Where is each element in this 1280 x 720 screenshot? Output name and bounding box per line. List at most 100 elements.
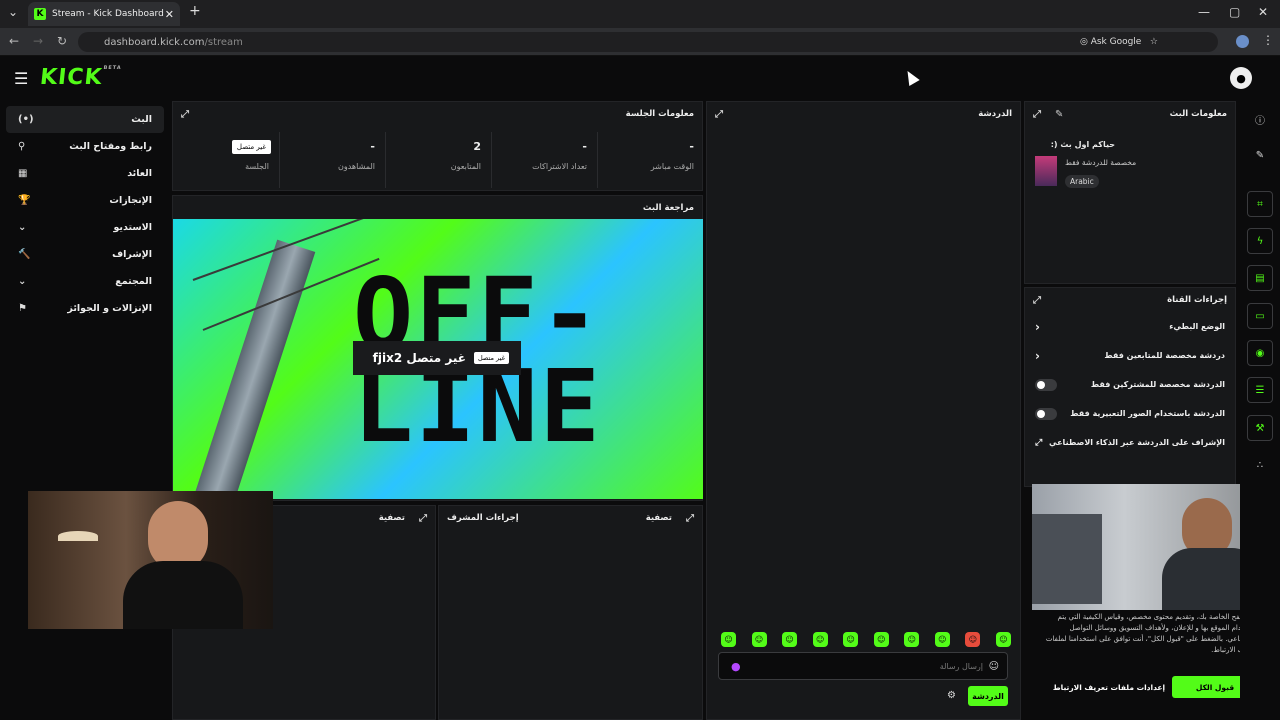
right-toolbar: ⓘ ✎ ⌗ ϟ ▤ ▭ ◉ ☰ ⚒ ∴: [1240, 100, 1280, 720]
panel-title: معلومات البث: [1169, 109, 1227, 119]
mod-actions-panel: إجراءات المشرف تصفية ⤢: [438, 505, 703, 720]
sidebar-item-stream-key[interactable]: ⚲ رابط ومفتاح البث: [6, 133, 164, 160]
emote-icon[interactable]: ☺: [751, 632, 767, 647]
gift-icon: ⚑: [18, 303, 27, 314]
stat-session: غير متصل الجلسة: [174, 132, 280, 188]
emote-icon[interactable]: ☺: [965, 632, 981, 647]
stat-subs: - تعداد الاشتراكات: [492, 132, 598, 188]
emoji-icon[interactable]: ☺: [989, 661, 999, 672]
stat-label: المتابعون: [450, 162, 481, 171]
new-tab-icon[interactable]: +: [189, 3, 201, 19]
stat-followers: 2 المتابعون: [386, 132, 492, 188]
browser-tab[interactable]: K Stream - Kick Dashboard ✕: [28, 2, 180, 26]
info-icon[interactable]: ⓘ: [1247, 106, 1273, 132]
channel-actions-panel: ⤢ إجراءات القناة › الوضع البطيء › دردشة مخص…: [1024, 287, 1236, 487]
emote-icon[interactable]: ☺: [995, 632, 1011, 647]
sidebar-item-moderation[interactable]: 🔨 الإشراف: [6, 241, 164, 268]
emote-icon[interactable]: ☺: [782, 632, 798, 647]
broadcast-icon[interactable]: ◉: [1247, 340, 1273, 366]
panel-title: مراجعة البث: [642, 203, 694, 213]
mod-actions-title: إجراءات المشرف: [447, 513, 519, 523]
chat-settings-gear-icon[interactable]: ⚙: [947, 690, 956, 701]
reload-icon[interactable]: ↻: [57, 34, 67, 48]
sidebar-item-drops[interactable]: ⚑ الإنزالات و الجوائز: [6, 295, 164, 322]
expand-icon[interactable]: ⤢: [686, 513, 694, 524]
broadcast-icon: (•): [18, 114, 34, 125]
forward-icon[interactable]: →: [33, 34, 43, 48]
close-tab-icon[interactable]: ✕: [165, 8, 174, 21]
lamp-graphic: [58, 531, 98, 541]
profile-avatar[interactable]: [1236, 35, 1249, 48]
document-icon[interactable]: ▤: [1247, 265, 1273, 291]
emote-icon[interactable]: ☺: [934, 632, 950, 647]
expand-icon[interactable]: ⤢: [1033, 109, 1041, 120]
chevron-down-icon: ⌄: [18, 276, 27, 287]
crop-icon[interactable]: ⌗: [1247, 191, 1273, 217]
chat-placeholder: إرسال رسالة: [939, 661, 983, 671]
hamburger-menu-icon[interactable]: ☰: [14, 69, 28, 88]
emote-icon[interactable]: ☺: [873, 632, 889, 647]
pencil-icon[interactable]: ✎: [1247, 142, 1273, 168]
expand-icon[interactable]: ⤢: [1033, 295, 1041, 306]
panel-title: معلومات الجلسة: [625, 109, 694, 119]
close-window-icon[interactable]: ✕: [1258, 5, 1268, 19]
minimize-icon[interactable]: —: [1198, 5, 1210, 19]
cookie-settings-button[interactable]: إعدادات ملفات تعريف الارتباط: [1052, 676, 1166, 698]
emotes-only-toggle[interactable]: [1035, 407, 1057, 420]
chat-input[interactable]: ● إرسال رسالة ☺: [718, 652, 1008, 680]
kick-logo[interactable]: KICKBETA: [39, 65, 122, 90]
option-subscribers-only: الدردشة مخصصة للمشتركين فقط: [1025, 370, 1235, 399]
webcam-overlay-left: [28, 491, 273, 629]
expand-icon[interactable]: ⤢: [715, 109, 723, 120]
chat-panel: ⤢ الدردشة ☺ ☺ ☺ ☺ ☺ ☺ ☺ ☺ ☺ ☺: [706, 101, 1021, 720]
cookie-banner: المتصفح الخاصة بك، وتقديم محتوى مخصص، وق…: [1032, 610, 1264, 720]
option-ai-moderation[interactable]: ⤢ الإشراف على الدردشة عبر الذكاء الاصطناع…: [1025, 428, 1235, 457]
sidebar-item-stream[interactable]: (•) البث: [6, 106, 164, 133]
webcam-overlay-right: [1032, 484, 1262, 612]
expand-icon[interactable]: ⤢: [419, 513, 427, 524]
wrench-icon[interactable]: ⚒: [1247, 415, 1273, 441]
channel-name: fjix2 غير متصل: [372, 351, 466, 365]
ask-google-button[interactable]: ◎ Ask Google ☆: [1080, 32, 1158, 52]
stat-live-time: - الوقت مباشر: [598, 132, 704, 188]
dots-icon[interactable]: ∴: [1247, 452, 1273, 478]
sidebar-item-label: الإنزالات و الجوائز: [67, 303, 152, 314]
emote-icon[interactable]: ☺: [904, 632, 920, 647]
option-followers-only[interactable]: › دردشة مخصصة للمتابعين فقط: [1025, 341, 1235, 370]
url-field[interactable]: dashboard.kick.com/stream ◎ Ask Google ☆: [78, 32, 1218, 52]
emote-icon[interactable]: ☺: [812, 632, 828, 647]
chat-bubble-icon[interactable]: ▭: [1247, 303, 1273, 329]
edit-icon[interactable]: ✎: [1055, 109, 1063, 120]
offline-badge: غير متصل: [473, 352, 509, 364]
expand-icon[interactable]: ⤢: [181, 109, 189, 120]
sidebar-item-community[interactable]: ⌄ المجتمع: [6, 268, 164, 295]
maximize-icon[interactable]: ▢: [1229, 5, 1240, 19]
menu-icon[interactable]: ⋮: [1262, 33, 1274, 47]
chevron-right-icon: ›: [1035, 348, 1040, 363]
option-slow-mode[interactable]: › الوضع البطيء: [1025, 312, 1235, 341]
back-icon[interactable]: ←: [9, 34, 19, 48]
sidebar-item-achievements[interactable]: 🏆 الإنجازات: [6, 187, 164, 214]
kick-favicon-icon: K: [34, 8, 46, 20]
chat-send-button[interactable]: الدردشة: [968, 686, 1008, 706]
mic-icon[interactable]: ●: [731, 660, 741, 673]
sidebar-item-studio[interactable]: ⌄ الاستديو: [6, 214, 164, 241]
hammer-icon: 🔨: [18, 249, 31, 260]
window-graphic: [1032, 514, 1102, 604]
option-label: الدردشة باستخدام الصور التعبيرية فقط: [1070, 409, 1225, 418]
emote-icon[interactable]: ☺: [721, 632, 736, 647]
offline-image: OFF- LINE fjix2 غير متصل غير متصل: [173, 219, 703, 499]
cookie-text: المتصفح الخاصة بك، وتقديم محتوى مخصص، وق…: [1045, 613, 1256, 654]
filter-label[interactable]: تصفية: [646, 513, 672, 524]
logo-text: KICK: [38, 65, 104, 90]
emote-icon[interactable]: ☺: [843, 632, 859, 647]
lightning-icon[interactable]: ϟ: [1247, 228, 1273, 254]
sidebar-item-revenue[interactable]: ▦ العائد: [6, 160, 164, 187]
browser-tabstrip: ⌄ K Stream - Kick Dashboard ✕ + — ▢ ✕: [0, 0, 1280, 28]
stat-label: الجلسة: [245, 162, 269, 171]
chart-icon: ▦: [18, 168, 28, 179]
tab-list-icon[interactable]: ⌄: [8, 5, 18, 19]
list-icon[interactable]: ☰: [1247, 377, 1273, 403]
subscribers-only-toggle[interactable]: [1035, 378, 1057, 391]
user-avatar[interactable]: ●: [1230, 67, 1252, 89]
